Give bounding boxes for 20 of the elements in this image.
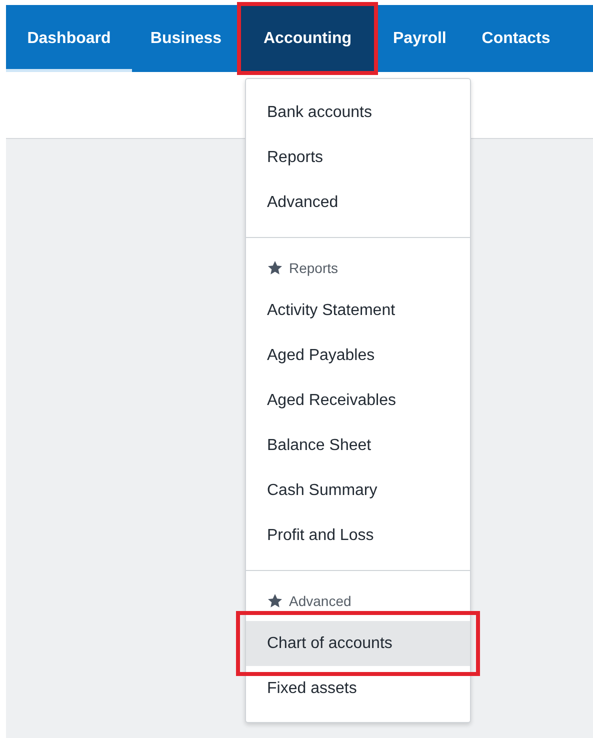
nav-tab[interactable]: Dashboard [6,5,132,72]
menu-item[interactable]: Chart of accounts [246,621,470,666]
menu-item[interactable]: Activity Statement [246,288,470,333]
menu-item[interactable]: Aged Payables [246,333,470,378]
nav-tab[interactable]: Business [132,5,240,72]
star-icon [267,260,283,276]
nav-tab[interactable]: Accounting [240,5,375,72]
nav-tab[interactable]: Contacts [462,5,570,72]
menu-item[interactable]: Bank accounts [246,90,470,135]
menu-item[interactable]: Reports [246,135,470,180]
menu-item[interactable]: Cash Summary [246,468,470,513]
menu-item[interactable]: Advanced [246,180,470,225]
menu-item[interactable]: Aged Receivables [246,378,470,423]
nav-tab[interactable]: Payroll [375,5,462,72]
menu-item[interactable]: Profit and Loss [246,513,470,558]
section-header: Advanced [289,593,352,609]
star-icon [267,593,283,609]
section-header: Reports [289,260,338,276]
menu-item[interactable]: Balance Sheet [246,423,470,468]
menu-item[interactable]: Fixed assets [246,666,470,711]
